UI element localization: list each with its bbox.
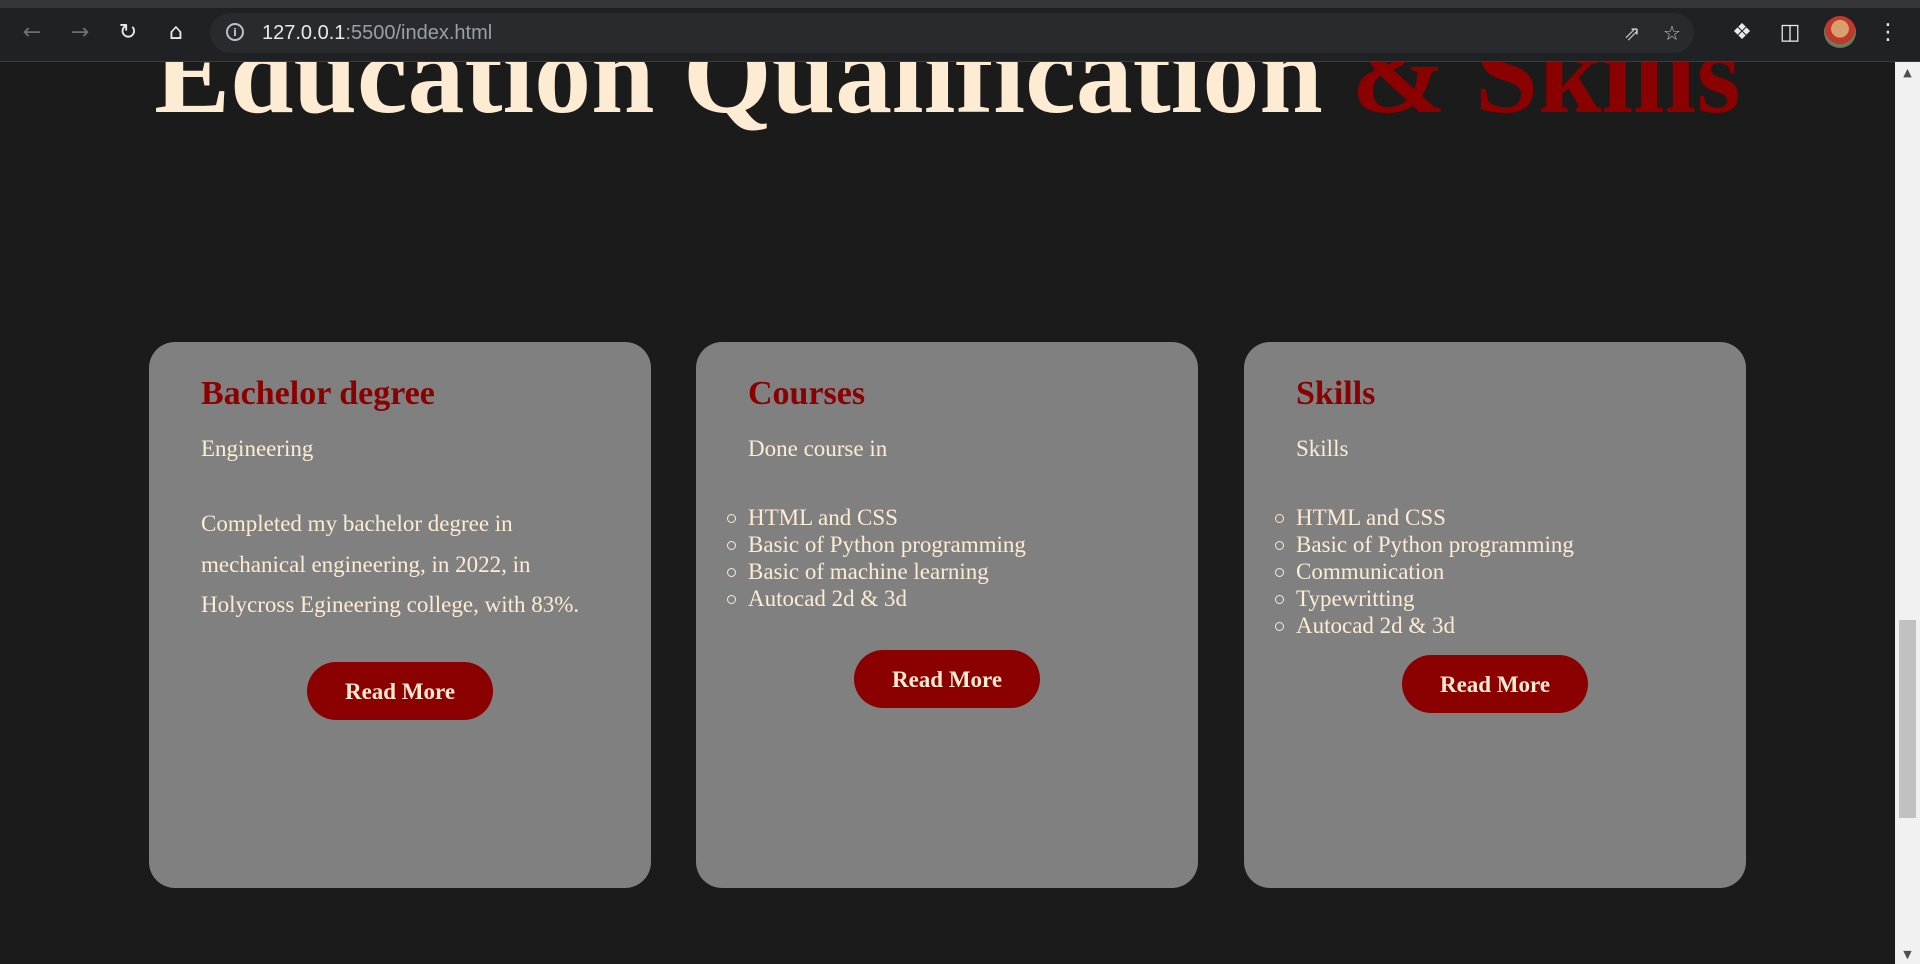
list-item: Basic of Python programming	[1275, 531, 1694, 558]
puzzle-icon[interactable]: ❖	[1726, 16, 1758, 48]
home-icon[interactable]: ⌂	[160, 16, 192, 48]
card-skills: Skills Skills HTML and CSS Basic of Pyth…	[1244, 342, 1746, 888]
card-courses: Courses Done course in HTML and CSS Basi…	[696, 342, 1198, 888]
card-bachelor-degree: Bachelor degree Engineering Completed my…	[149, 342, 651, 888]
card-title: Bachelor degree	[201, 375, 435, 412]
list-item: Basic of machine learning	[727, 558, 1146, 585]
avatar[interactable]	[1824, 16, 1856, 48]
arrow-right-icon[interactable]: →	[64, 16, 96, 48]
scroll-up-icon[interactable]: ▲	[1895, 62, 1920, 82]
url-text[interactable]: 127.0.0.1:5500/index.html	[262, 22, 492, 45]
card-subtitle: Engineering	[201, 436, 314, 461]
reload-icon[interactable]: ↻	[112, 16, 144, 48]
share-icon[interactable]: ⇗	[1620, 21, 1644, 45]
list-item: Communication	[1275, 558, 1694, 585]
browser-toolbar: ← → ↻ ⌂ i 127.0.0.1:5500/index.html ⇗ ☆ …	[0, 0, 1920, 62]
list-item: Typewritting	[1275, 585, 1694, 612]
heading-accent: & Skills	[1351, 62, 1741, 137]
arrow-left-icon[interactable]: ←	[16, 16, 48, 48]
page-content: Education Qualification & Skills Bachelo…	[0, 62, 1895, 964]
side-panel-icon[interactable]: ◫	[1774, 16, 1806, 48]
scrollbar-thumb[interactable]	[1899, 620, 1916, 818]
address-bar[interactable]: i 127.0.0.1:5500/index.html ⇗ ☆	[210, 13, 1694, 53]
scroll-down-icon[interactable]: ▼	[1895, 944, 1920, 964]
skills-list: HTML and CSS Basic of Python programming…	[1275, 504, 1694, 639]
list-item: Basic of Python programming	[727, 531, 1146, 558]
card-description: Completed my bachelor degree in mechanic…	[201, 511, 580, 617]
url-host: 127.0.0.1	[262, 22, 346, 44]
info-icon[interactable]: i	[226, 23, 244, 41]
list-item: Autocad 2d & 3d	[1275, 612, 1694, 639]
tab-strip-edge	[0, 0, 1920, 8]
card-subtitle: Done course in	[748, 436, 888, 461]
heading-main: Education Qualification	[154, 62, 1352, 137]
list-item: HTML and CSS	[1275, 504, 1694, 531]
list-item: Autocad 2d & 3d	[727, 585, 1146, 612]
card-title: Skills	[1296, 375, 1376, 412]
star-icon[interactable]: ☆	[1660, 21, 1684, 45]
read-more-button[interactable]: Read More	[307, 661, 493, 720]
kebab-menu-icon[interactable]: ⋮	[1872, 16, 1904, 48]
read-more-button[interactable]: Read More	[1402, 655, 1588, 713]
card-title: Courses	[748, 375, 866, 412]
url-path: :5500/index.html	[345, 22, 493, 44]
vertical-scrollbar[interactable]: ▲ ▼	[1895, 62, 1920, 964]
section-heading: Education Qualification & Skills	[0, 62, 1895, 138]
card-subtitle: Skills	[1296, 436, 1349, 461]
read-more-button[interactable]: Read More	[854, 650, 1040, 708]
course-list: HTML and CSS Basic of Python programming…	[727, 504, 1146, 612]
list-item: HTML and CSS	[727, 504, 1146, 531]
